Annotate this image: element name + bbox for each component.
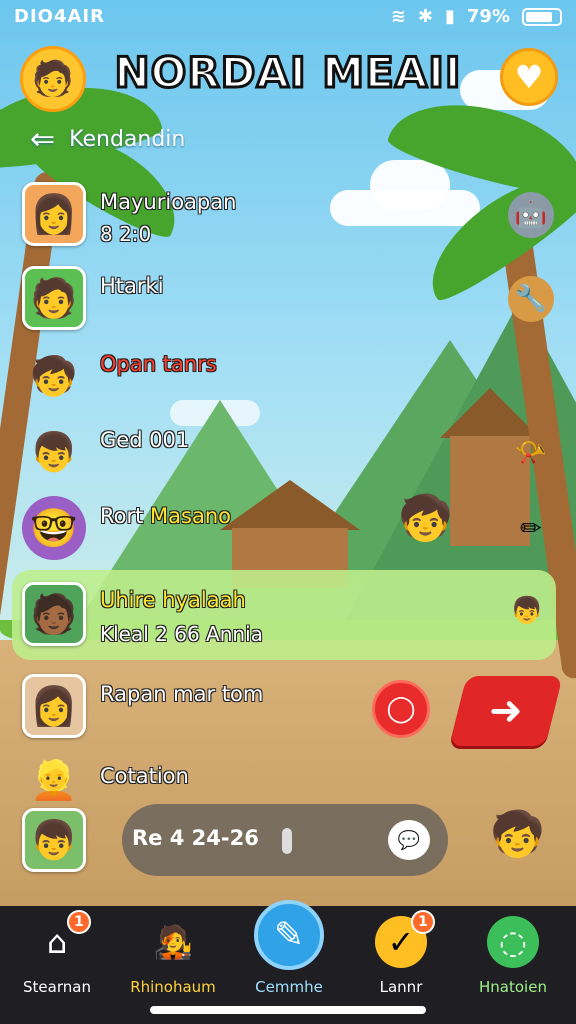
nav-label: Rhinohaum (130, 978, 216, 996)
list-item-name: Rapan mar tom (100, 682, 264, 706)
nav-item-profile[interactable]: 🧑‍🎤 Rhinohaum (118, 916, 228, 996)
avatar: 🧒 (30, 353, 78, 398)
chat-input-text: Re 4 24-26 (132, 826, 259, 850)
character-sprite: 🧒 (398, 493, 453, 544)
tools-icon[interactable]: 🔧 (508, 276, 554, 322)
arrow-right-icon: ➜ (489, 688, 523, 734)
chat-input-bar[interactable]: Re 4 24-26 💬 (122, 804, 448, 876)
chat-bubble-icon[interactable]: 💬 (388, 820, 430, 860)
battery-percent: 79% (466, 6, 510, 27)
avatar: 🤓 (22, 496, 86, 560)
page-title: NORDAI MEAII (113, 47, 462, 99)
nav-label: Hnatoien (479, 978, 547, 996)
avatar: 👱 (30, 757, 78, 802)
nav-label: Lannr (379, 978, 423, 996)
back-label: Kendandin (69, 127, 186, 152)
list-item[interactable]: 🤓 Rort Masano ✏ (20, 496, 560, 568)
notification-badge: 1 (67, 910, 91, 934)
pencil-icon[interactable]: ✏ (508, 506, 554, 552)
list-item-name: Uhire hyalaah (100, 588, 246, 612)
back-button[interactable]: ⇐ Kendandin (30, 122, 185, 157)
center-action-button[interactable]: ✎ (254, 900, 324, 970)
avatar: 👦 (22, 808, 86, 872)
home-icon: ⌂ 1 (31, 910, 91, 968)
forward-arrow-button[interactable]: ➜ (449, 676, 563, 746)
profile-avatar-icon[interactable]: 🧑 (20, 46, 86, 112)
list-item-name: Ged 001 (100, 428, 190, 452)
list-item-name: Rort Masano (100, 504, 231, 528)
nav-label: Stearnan (23, 978, 91, 996)
text-cursor (282, 828, 292, 854)
list-item-name: Cotation (100, 764, 189, 788)
back-arrow-icon: ⇐ (30, 122, 56, 157)
status-left-text: DIO4AIR (14, 6, 105, 27)
list-item-selected[interactable]: 🧑🏾 Uhire hyalaah Kleal 2 66 Annia 👦 (12, 570, 556, 660)
heart-icon[interactable]: ♥ (500, 48, 558, 106)
avatar: 👦 (30, 429, 78, 474)
check-bubble-icon: ✓ 1 (375, 910, 435, 968)
wifi-icon: ≋ (390, 6, 406, 27)
list-item[interactable]: 🧒 Opan tanrs (20, 344, 560, 416)
notification-badge: 1 (411, 910, 435, 934)
avatar: 👩 (22, 674, 86, 738)
robot-icon[interactable]: 🤖 (508, 192, 554, 238)
list-item-name: Mayurioapan (100, 190, 237, 214)
avatar: 👩 (22, 182, 86, 246)
bluetooth-icon: ✱ (417, 6, 433, 27)
nav-item-support[interactable]: ◌ Hnatoien (458, 916, 568, 996)
character-sprite: 🧒 (490, 809, 545, 860)
list-item-name-highlight: Masano (150, 504, 232, 528)
list-item[interactable]: 🧑 Htarki 🔧 (20, 266, 560, 338)
list-item[interactable]: 👦 Ged 001 📯 (20, 420, 560, 492)
list-item-sub: Kleal 2 66 Annia (100, 622, 263, 646)
list-item-name: Htarki (100, 274, 164, 298)
signal-icon: ▮ (445, 6, 455, 27)
nav-label: Cemmhe (255, 978, 323, 996)
battery-icon (522, 7, 562, 26)
record-button[interactable]: ◯ (372, 680, 430, 738)
nav-item-home[interactable]: ⌂ 1 Stearnan (2, 910, 112, 996)
list-item[interactable]: 👩 Mayurioapan 8 2:0 🤖 (20, 182, 560, 254)
home-indicator (150, 1006, 426, 1014)
list-item-name-part: Rort (100, 504, 151, 528)
list-item-sub: 8 2:0 (100, 222, 152, 246)
avatar: 🧑🏾 (22, 582, 86, 646)
character-icon[interactable]: 👦 (504, 588, 550, 634)
whistle-icon[interactable]: 📯 (508, 430, 554, 476)
nav-item-messages[interactable]: ✓ 1 Lannr (346, 910, 456, 996)
feather-icon: ✎ (273, 914, 305, 956)
list-item-name: Opan tanrs (100, 352, 217, 376)
chat-icon: ◌ (487, 916, 539, 968)
status-bar: DIO4AIR ≋ ✱ ▮ 79% (0, 0, 576, 34)
avatar: 🧑 (22, 266, 86, 330)
character-icon: 🧑‍🎤 (153, 923, 193, 961)
